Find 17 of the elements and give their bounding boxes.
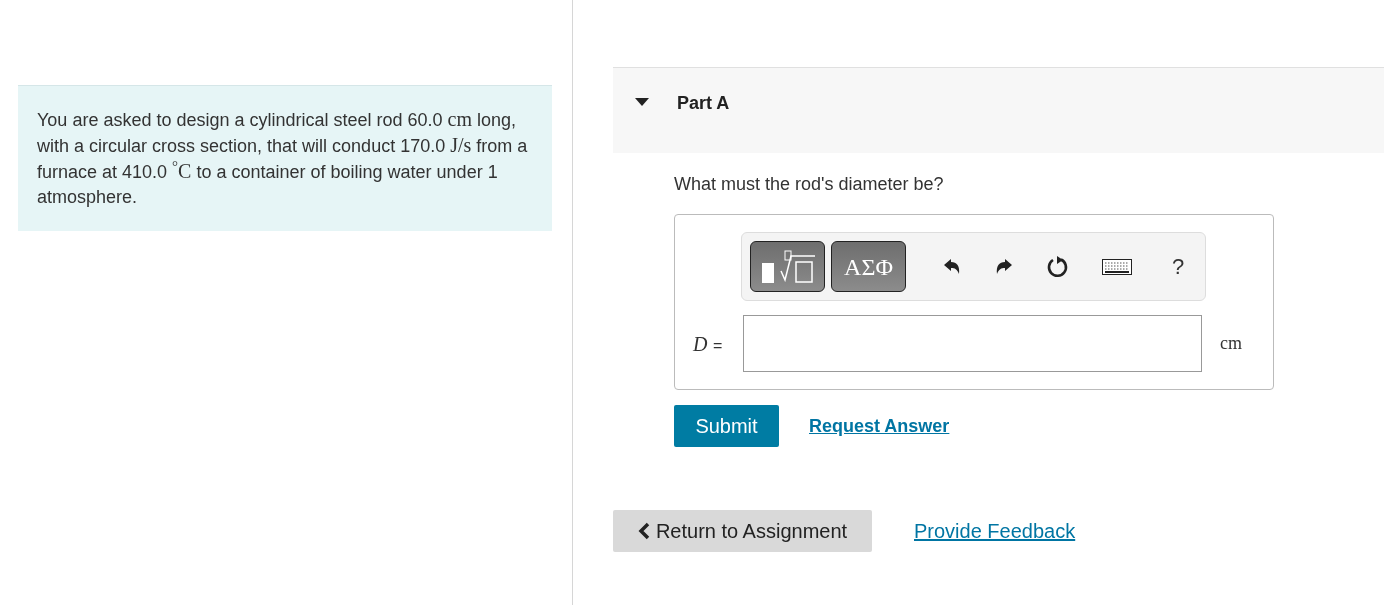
- templates-button[interactable]: [750, 241, 825, 292]
- problem-text: You are asked to design a cylindrical steel rod 60.0 cm long, with a circular cross section, that will conduct 170.0 J/s from a furnace at 410.0 $^{°}$C to a container of boiling water under 1 atmosphere.: [37, 107, 529, 209]
- return-button[interactable]: Return to Assignment: [613, 510, 872, 552]
- symbols-button[interactable]: ΑΣΦ: [831, 241, 906, 292]
- unit-label: cm: [1220, 332, 1242, 355]
- answer-field[interactable]: [743, 315, 1202, 372]
- request-answer-link[interactable]: Request Answer: [809, 412, 950, 440]
- question-text: What must the rod's diameter be?: [674, 173, 945, 196]
- submit-button[interactable]: Submit: [674, 405, 779, 447]
- keyboard-icon[interactable]: [1102, 258, 1132, 275]
- variable-label: D =: [693, 331, 724, 357]
- feedback-link[interactable]: Provide Feedback: [914, 516, 1076, 546]
- reset-icon[interactable]: [1046, 254, 1070, 279]
- part-title: Part A: [677, 92, 730, 115]
- help-button[interactable]: ?: [1172, 250, 1185, 283]
- chevron-left-icon: [637, 522, 650, 540]
- caret-icon[interactable]: [635, 97, 649, 107]
